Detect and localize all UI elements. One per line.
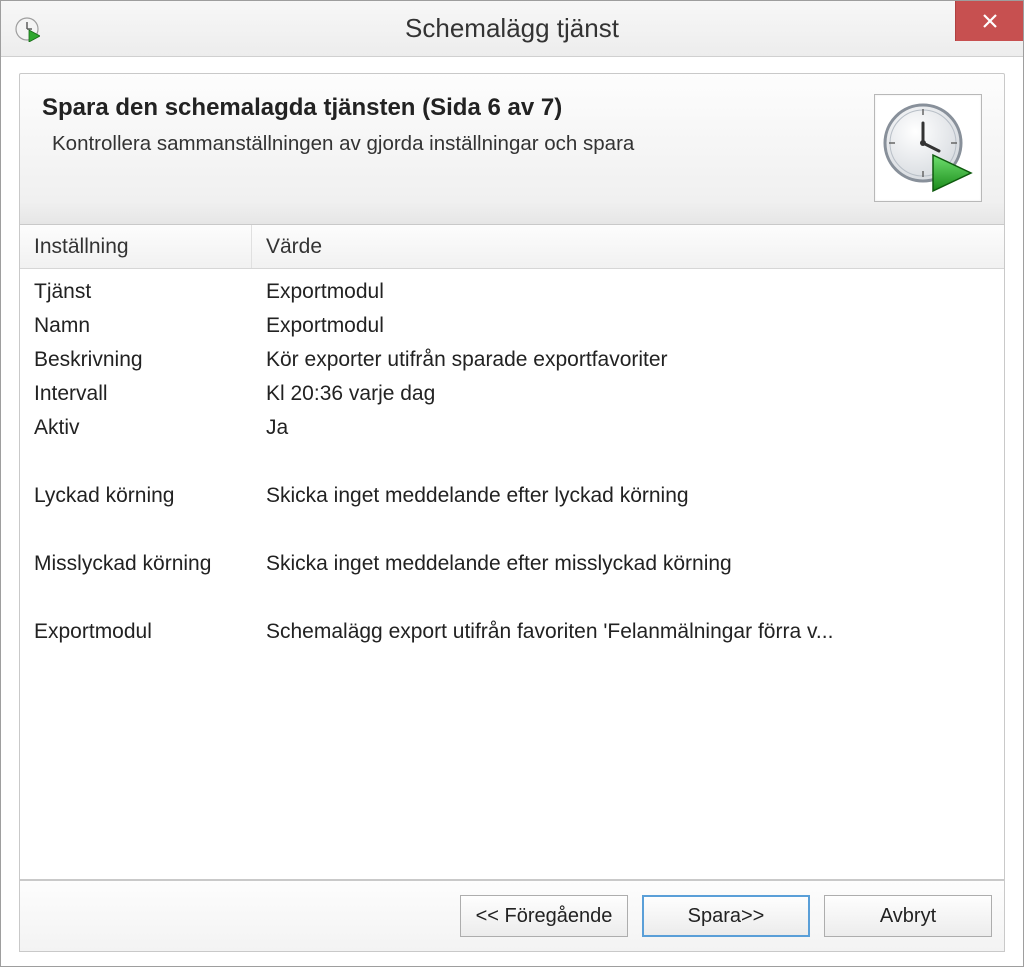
cancel-button[interactable]: Avbryt bbox=[824, 895, 992, 937]
close-button[interactable] bbox=[955, 1, 1023, 41]
cell-value: Exportmodul bbox=[252, 314, 1004, 338]
column-header-value[interactable]: Värde bbox=[252, 225, 1004, 268]
table-row: Lyckad körningSkicka inget meddelande ef… bbox=[20, 479, 1004, 513]
page-subtitle: Kontrollera sammanställningen av gjorda … bbox=[52, 132, 874, 156]
cell-value: Ja bbox=[252, 416, 1004, 440]
clock-play-icon bbox=[881, 101, 975, 195]
cell-setting: Misslyckad körning bbox=[20, 552, 252, 576]
table-row: IntervallKl 20:36 varje dag bbox=[20, 377, 1004, 411]
cell-value: Skicka inget meddelande efter misslyckad… bbox=[252, 552, 1004, 576]
window-title: Schemalägg tjänst bbox=[1, 13, 1023, 44]
cell-setting: Beskrivning bbox=[20, 348, 252, 372]
table-header: Inställning Värde bbox=[20, 225, 1004, 269]
cell-value: Schemalägg export utifrån favoriten 'Fel… bbox=[252, 620, 1004, 644]
cell-setting: Aktiv bbox=[20, 416, 252, 440]
cell-value: Skicka inget meddelande efter lyckad kör… bbox=[252, 484, 1004, 508]
close-icon bbox=[982, 13, 998, 29]
titlebar: Schemalägg tjänst bbox=[1, 1, 1023, 57]
content-area: Spara den schemalagda tjänsten (Sida 6 a… bbox=[1, 57, 1023, 966]
wizard-header: Spara den schemalagda tjänsten (Sida 6 a… bbox=[19, 73, 1005, 225]
cell-setting: Intervall bbox=[20, 382, 252, 406]
button-bar: << Föregående Spara>> Avbryt bbox=[19, 880, 1005, 952]
cell-setting: Namn bbox=[20, 314, 252, 338]
cell-setting: Lyckad körning bbox=[20, 484, 252, 508]
table-row: AktivJa bbox=[20, 411, 1004, 445]
cell-value: Kör exporter utifrån sparade exportfavor… bbox=[252, 348, 1004, 372]
table-row: BeskrivningKör exporter utifrån sparade … bbox=[20, 343, 1004, 377]
table-row: TjänstExportmodul bbox=[20, 275, 1004, 309]
table-row bbox=[20, 513, 1004, 547]
cell-value: Exportmodul bbox=[252, 280, 1004, 304]
table-body: TjänstExportmodulNamnExportmodulBeskrivn… bbox=[20, 269, 1004, 879]
save-button[interactable]: Spara>> bbox=[642, 895, 810, 937]
settings-table: Inställning Värde TjänstExportmodulNamnE… bbox=[19, 225, 1005, 880]
cell-setting: Exportmodul bbox=[20, 620, 252, 644]
previous-button[interactable]: << Föregående bbox=[460, 895, 628, 937]
wizard-header-text: Spara den schemalagda tjänsten (Sida 6 a… bbox=[42, 94, 874, 156]
page-title: Spara den schemalagda tjänsten (Sida 6 a… bbox=[42, 94, 874, 122]
dialog-window: Schemalägg tjänst Spara den schemalagda … bbox=[0, 0, 1024, 967]
table-row bbox=[20, 581, 1004, 615]
table-row bbox=[20, 445, 1004, 479]
cell-setting: Tjänst bbox=[20, 280, 252, 304]
wizard-icon-frame bbox=[874, 94, 982, 202]
table-row: NamnExportmodul bbox=[20, 309, 1004, 343]
column-header-setting[interactable]: Inställning bbox=[20, 225, 252, 268]
table-row: Misslyckad körningSkicka inget meddeland… bbox=[20, 547, 1004, 581]
app-icon bbox=[13, 15, 41, 43]
table-row: ExportmodulSchemalägg export utifrån fav… bbox=[20, 615, 1004, 649]
cell-value: Kl 20:36 varje dag bbox=[252, 382, 1004, 406]
